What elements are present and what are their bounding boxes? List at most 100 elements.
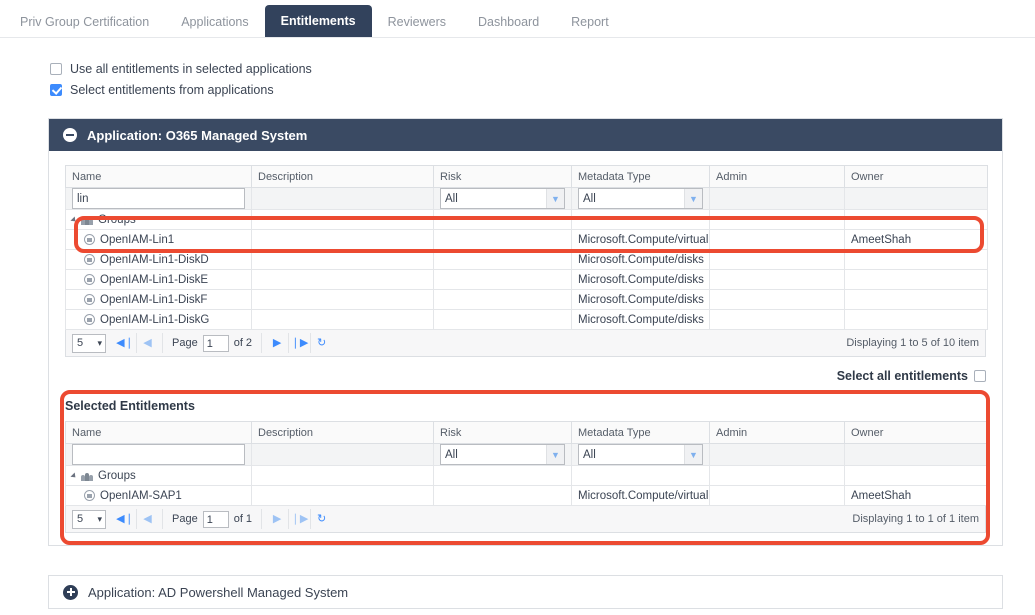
column-header-risk[interactable]: Risk: [434, 166, 572, 188]
cell-name[interactable]: OpenIAM-Lin1-DiskG: [66, 310, 252, 330]
table-row[interactable]: OpenIAM-Lin1-DiskF Microsoft.Compute/dis…: [66, 290, 988, 310]
metadata-filter-select[interactable]: All ▼: [578, 188, 703, 209]
selected-risk-filter-select[interactable]: All ▼: [440, 444, 565, 465]
tree-group-row[interactable]: Groups: [66, 210, 988, 230]
last-page-button[interactable]: ❘▶: [288, 333, 310, 353]
cell-admin: [710, 290, 845, 310]
plus-circle-icon[interactable]: [63, 585, 78, 600]
selected-cell-name[interactable]: OpenIAM-SAP1: [66, 486, 252, 506]
table-row[interactable]: OpenIAM-Lin1 Microsoft.Compute/virtualMa…: [66, 230, 988, 250]
selected-entitlements-pager: 5 ◀❘ ◀ Page 1 of 1 ▶ ❘▶ ↻ Displaying 1 t…: [65, 506, 986, 533]
cell-description: [252, 290, 434, 310]
selected-page-label: Page: [167, 513, 203, 525]
select-all-entitlements-row[interactable]: Select all entitlements: [65, 369, 986, 383]
table-row[interactable]: OpenIAM-Lin1-DiskG Microsoft.Compute/dis…: [66, 310, 988, 330]
cell-name[interactable]: OpenIAM-Lin1-DiskF: [66, 290, 252, 310]
chevron-down-icon[interactable]: ▼: [684, 189, 702, 208]
column-header-name[interactable]: Name: [66, 166, 252, 188]
selected-refresh-icon[interactable]: ↻: [310, 509, 332, 529]
tree-group-cell[interactable]: Groups: [66, 210, 252, 230]
cell-owner: [845, 270, 988, 290]
selected-first-page-button[interactable]: ◀❘: [114, 509, 136, 529]
application-panel-ad-powershell[interactable]: Application: AD Powershell Managed Syste…: [48, 575, 1003, 609]
cell-risk: [434, 250, 572, 270]
option-use-all-entitlements[interactable]: Use all entitlements in selected applica…: [50, 60, 1035, 77]
nav-tab-reviewers[interactable]: Reviewers: [372, 7, 462, 37]
selected-cell-risk: [434, 486, 572, 506]
column-header-description[interactable]: Description: [252, 166, 434, 188]
selected-last-page-button[interactable]: ❘▶: [288, 509, 310, 529]
application-header-o365[interactable]: Application: O365 Managed System: [49, 119, 1002, 151]
entitlements-grid-header-row: Name Description Risk Metadata Type Admi…: [66, 166, 988, 188]
use-all-entitlements-checkbox[interactable]: [50, 63, 62, 75]
selected-tree-group-row[interactable]: Groups: [66, 466, 988, 486]
selected-prev-page-button[interactable]: ◀: [136, 509, 158, 529]
cell-description: [252, 310, 434, 330]
tree-expander-icon[interactable]: [70, 472, 77, 479]
option-select-entitlements[interactable]: Select entitlements from applications: [50, 81, 1035, 98]
cell-name[interactable]: OpenIAM-Lin1-DiskD: [66, 250, 252, 270]
table-row[interactable]: OpenIAM-Lin1-DiskD Microsoft.Compute/dis…: [66, 250, 988, 270]
nav-tab-applications[interactable]: Applications: [165, 7, 264, 37]
selected-tree-group-cell[interactable]: Groups: [66, 466, 252, 486]
metadata-filter-value: All: [583, 193, 596, 205]
row-name-label: OpenIAM-Lin1-DiskG: [100, 314, 209, 326]
column-header-metadata-type[interactable]: Metadata Type: [572, 166, 710, 188]
risk-filter-select[interactable]: All ▼: [440, 188, 565, 209]
selected-column-header-metadata-type[interactable]: Metadata Type: [572, 422, 710, 444]
column-header-admin[interactable]: Admin: [710, 166, 845, 188]
chevron-down-icon[interactable]: ▼: [546, 445, 564, 464]
refresh-icon[interactable]: ↻: [310, 333, 332, 353]
selected-column-header-description[interactable]: Description: [252, 422, 434, 444]
selected-column-header-admin[interactable]: Admin: [710, 422, 845, 444]
selected-column-header-name[interactable]: Name: [66, 422, 252, 444]
table-row[interactable]: OpenIAM-Lin1-DiskE Microsoft.Compute/dis…: [66, 270, 988, 290]
row-name-label: OpenIAM-Lin1-DiskE: [100, 274, 208, 286]
select-entitlements-checkbox[interactable]: [50, 84, 62, 96]
cell-risk: [434, 230, 572, 250]
selected-page-number-input[interactable]: 1: [203, 511, 229, 528]
next-page-button[interactable]: ▶: [266, 333, 288, 353]
tree-expander-icon[interactable]: [70, 216, 77, 223]
selected-column-header-owner[interactable]: Owner: [845, 422, 988, 444]
cell-admin: [710, 230, 845, 250]
cell-admin: [710, 270, 845, 290]
filter-cell-name: lin: [66, 188, 252, 210]
select-all-entitlements-checkbox[interactable]: [974, 370, 986, 382]
selected-filter-cell-admin: [710, 444, 845, 466]
selected-metadata-filter-select[interactable]: All ▼: [578, 444, 703, 465]
nav-tab-dashboard[interactable]: Dashboard: [462, 7, 555, 37]
selected-risk-filter-value: All: [445, 449, 458, 461]
selected-name-filter-input[interactable]: [72, 444, 245, 465]
selected-filter-cell-name: [66, 444, 252, 466]
selected-entitlements-title: Selected Entitlements: [65, 399, 986, 413]
selected-pager-status: Displaying 1 to 1 of 1 item: [852, 513, 979, 525]
column-header-owner[interactable]: Owner: [845, 166, 988, 188]
selected-grid-header-row: Name Description Risk Metadata Type Admi…: [66, 422, 988, 444]
cell-name[interactable]: OpenIAM-Lin1-DiskE: [66, 270, 252, 290]
minus-circle-icon[interactable]: [63, 128, 77, 142]
selected-tree-group-metadata: [572, 466, 710, 486]
chevron-down-icon[interactable]: ▼: [546, 189, 564, 208]
selected-filter-cell-metadata-type: All ▼: [572, 444, 710, 466]
first-page-button[interactable]: ◀❘: [114, 333, 136, 353]
group-icon: [81, 215, 93, 225]
nav-tab-entitlements[interactable]: Entitlements: [265, 5, 372, 37]
page-number-input[interactable]: 1: [203, 335, 229, 352]
table-row[interactable]: OpenIAM-SAP1 Microsoft.Compute/virtualMa…: [66, 486, 988, 506]
nav-tab-report[interactable]: Report: [555, 7, 625, 37]
cell-metadata-type: Microsoft.Compute/disks: [572, 290, 710, 310]
page-size-select[interactable]: 5: [72, 334, 106, 353]
nav-tab-priv-group-certification[interactable]: Priv Group Certification: [4, 7, 165, 37]
selected-column-header-risk[interactable]: Risk: [434, 422, 572, 444]
name-filter-input[interactable]: lin: [72, 188, 245, 209]
selected-page-size-select[interactable]: 5: [72, 510, 106, 529]
prev-page-button[interactable]: ◀: [136, 333, 158, 353]
cell-name[interactable]: OpenIAM-Lin1: [66, 230, 252, 250]
risk-filter-value: All: [445, 193, 458, 205]
chevron-down-icon[interactable]: ▼: [684, 445, 702, 464]
cell-owner: [845, 290, 988, 310]
selected-next-page-button[interactable]: ▶: [266, 509, 288, 529]
selected-filter-cell-owner: [845, 444, 988, 466]
entitlements-filter-row: lin All ▼ All ▼: [66, 188, 988, 210]
